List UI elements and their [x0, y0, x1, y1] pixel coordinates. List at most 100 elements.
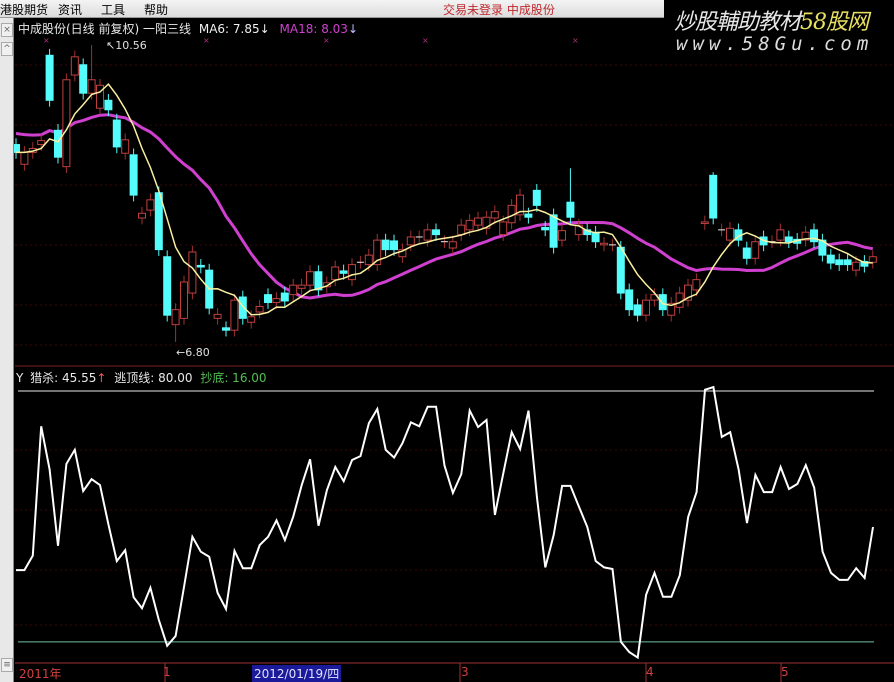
menu-tools[interactable]: 工具 [101, 1, 125, 18]
candle-up [776, 229, 785, 241]
candle-up [62, 79, 71, 168]
candle-down [45, 54, 54, 101]
menu-icon[interactable]: ≡ [1, 658, 13, 672]
watermark-brand: 58股网 [800, 10, 869, 35]
candle-up [255, 305, 264, 313]
close-icon[interactable]: × [1, 23, 13, 37]
high-marker: ↖10.56 [106, 39, 147, 52]
candle-down [163, 256, 172, 316]
candle-down [616, 246, 625, 294]
candle-up [306, 271, 314, 286]
event-marker: × [43, 36, 50, 45]
event-marker: × [572, 36, 579, 45]
candle-up [20, 151, 29, 165]
candle-down [826, 254, 835, 264]
left-sidebar: × ^ ≡ [0, 18, 14, 682]
candle-up [138, 212, 146, 219]
menu-news[interactable]: 资讯 [58, 1, 82, 18]
watermark-line1: 炒股輔助教材58股网 [674, 4, 869, 36]
candle-up [448, 241, 457, 249]
candle-down [843, 259, 852, 266]
candle-up [180, 281, 188, 319]
candle-down [196, 264, 205, 268]
candle-down [633, 304, 642, 316]
candle-down [104, 99, 113, 111]
candle-down [742, 247, 751, 259]
candle-down [390, 240, 398, 251]
axis-label-month-5: 5 [781, 665, 789, 679]
axis-label-2011: 2011年 [19, 667, 62, 681]
candle-down [532, 189, 541, 206]
candle-down [79, 64, 88, 94]
high-price-label: 10.56 [115, 39, 147, 52]
ma18-value: MA18: 8.03 [279, 22, 348, 36]
trade-status: 交易未登录 中成股份 [443, 1, 555, 18]
candle-up [213, 313, 222, 319]
hunt-line [16, 385, 874, 660]
event-marker: × [323, 36, 330, 45]
hunt-value: 猎杀: 45.55 [30, 371, 97, 385]
ma6-arrow-icon: ↓ [259, 22, 270, 36]
candle-down [280, 292, 289, 302]
candle-down [658, 294, 667, 311]
candle-up [247, 316, 256, 323]
ma18-line [15, 113, 874, 300]
candle-up [37, 140, 46, 146]
candle-down [54, 129, 62, 158]
candle-up [675, 292, 684, 308]
candle-up [272, 298, 281, 304]
candle-up [297, 284, 306, 289]
candle-down [549, 214, 558, 248]
candle-down [112, 119, 121, 148]
candles-group [12, 45, 877, 343]
chart-canvas[interactable]: × × × × × [0, 0, 894, 682]
candle-up [171, 309, 180, 326]
collapse-icon[interactable]: ^ [1, 42, 13, 56]
candle-up [474, 217, 482, 226]
candle-up [70, 56, 79, 76]
candle-up [423, 229, 432, 241]
candle-down [591, 231, 600, 243]
axis-cursor-date: 2012/01/19/四 [252, 665, 342, 682]
candle-down [625, 289, 634, 311]
watermark-text: 炒股輔助教材 [674, 10, 801, 35]
candle-up [230, 299, 239, 331]
price-panel-header: 中成股份(日线 前复权) 一阳三线 MA6: 7.85↓ MA18: 8.03↓ [18, 20, 358, 37]
y-label: Y [16, 371, 24, 385]
candle-up [600, 242, 608, 246]
axis-label-month-3: 3 [461, 665, 469, 679]
candle-up [499, 221, 508, 236]
menu-help[interactable]: 帮助 [144, 1, 168, 18]
ma18-line-group [15, 113, 874, 300]
candle-down [709, 174, 718, 219]
candle-down [129, 154, 138, 196]
candle-up [121, 139, 130, 154]
up-arrow-icon: ↑ [96, 371, 107, 385]
candle-up [289, 284, 298, 296]
axis-label-month-4: 4 [646, 665, 654, 679]
low-price-label: 6.80 [185, 346, 210, 359]
candle-down [810, 229, 818, 243]
menu-futures[interactable]: 港股期货 [0, 1, 48, 18]
candle-up [642, 299, 650, 316]
login-status: 交易未登录 [443, 3, 504, 17]
ma18-arrow-icon: ↓ [347, 22, 359, 36]
axis-label-month-1: 1 [163, 665, 171, 679]
candle-down [264, 294, 272, 304]
ma6-line-group [16, 82, 873, 316]
candle-up [852, 261, 860, 271]
candle-up [457, 224, 466, 236]
event-marker: × [422, 36, 429, 45]
bottom-line-value: 抄底: 16.00 [200, 371, 267, 385]
candle-up [700, 221, 709, 225]
candle-up [188, 251, 197, 294]
candle-up [146, 199, 155, 211]
ma6-value: MA6: 7.85 [198, 22, 260, 36]
candle-down [222, 327, 230, 331]
watermark-logo: 炒股輔助教材58股网 www.58Gu.com [664, 0, 894, 60]
low-marker: ←6.80 [176, 346, 210, 359]
indicator-name: 一阳三线 [143, 22, 192, 36]
candle-up [558, 230, 566, 241]
indicator-panel-header: Y 猎杀: 45.55↑ 逃顶线: 80.00 抄底: 16.00 [16, 369, 267, 386]
event-marker: × [203, 36, 210, 45]
